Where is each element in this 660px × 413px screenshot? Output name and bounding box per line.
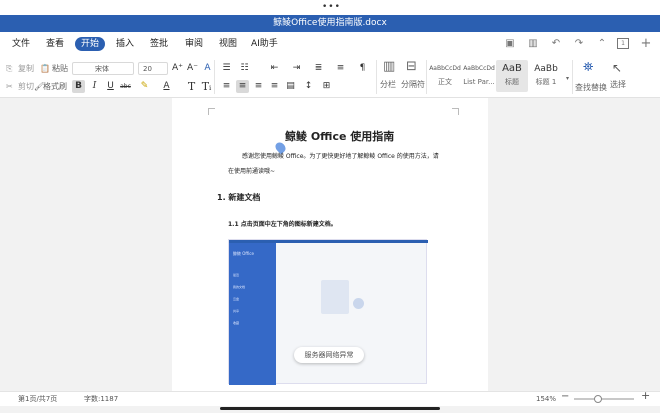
align-left-icon[interactable]: ≡	[220, 80, 233, 93]
menu-view-doc[interactable]: 查看	[46, 38, 64, 50]
style-title[interactable]: AaB 标题	[496, 60, 528, 92]
doc-heading-1[interactable]: 1. 新建文档	[217, 192, 260, 203]
network-error-toast: 服务器网络异常	[294, 347, 364, 363]
paragraph-mark-icon[interactable]: ¶	[356, 62, 369, 75]
style-heading-1[interactable]: AaBb 标题 1	[529, 60, 563, 92]
screenshot-app-name: 鲸鲮 Office	[233, 251, 254, 256]
save-icon[interactable]: ▣	[504, 38, 516, 50]
menu-review[interactable]: 审阅	[185, 38, 203, 50]
empty-folder-icon	[321, 280, 349, 314]
shrink-font-icon[interactable]: A⁻	[186, 62, 199, 75]
page-break-button[interactable]: 分隔符	[401, 80, 425, 90]
column-icon: ▥	[383, 59, 396, 74]
italic-button[interactable]: I	[88, 80, 101, 93]
zoom-slider-handle[interactable]	[594, 395, 602, 403]
font-size-select[interactable]: 20	[138, 62, 168, 75]
margin-mark	[208, 108, 215, 115]
book-icon[interactable]: ▥	[527, 38, 539, 50]
page-break-icon: ⊟	[406, 59, 417, 74]
cut-icon: ✂	[6, 82, 13, 91]
chinese-layout-icon[interactable]: ≡	[334, 62, 347, 75]
style-list-paragraph[interactable]: AaBbCcDd List Par...	[462, 60, 496, 92]
styles-more-icon[interactable]: ▾	[566, 74, 569, 84]
undo-icon[interactable]: ↶	[550, 38, 562, 50]
highlight-icon[interactable]: ✎	[138, 80, 151, 93]
underline-button[interactable]: U	[104, 80, 117, 93]
copy-button[interactable]: 复制	[18, 64, 34, 74]
doc-intro-line2[interactable]: 在使用前通读哦~	[228, 166, 275, 175]
doc-heading-1-1[interactable]: 1.1 点击页面中左下角的图标新建文档。	[228, 219, 337, 228]
bold-button[interactable]: B	[72, 80, 85, 93]
menu-sign[interactable]: 签批	[150, 38, 168, 50]
divider	[376, 60, 377, 94]
numbered-list-icon[interactable]: ☷	[238, 62, 251, 75]
strikethrough-button[interactable]: abc	[119, 80, 132, 93]
font-size-value: 20	[143, 65, 152, 73]
add-icon[interactable]: +	[640, 37, 652, 50]
font-name-value: 宋体	[95, 65, 109, 73]
zoom-out-icon[interactable]: −	[561, 392, 569, 402]
borders-icon[interactable]: ⊞	[320, 80, 333, 93]
column-button[interactable]: 分栏	[380, 80, 396, 90]
format-painter-button[interactable]: 格式刷	[43, 82, 67, 92]
font-color-icon[interactable]: A	[160, 80, 173, 93]
page-count-icon[interactable]: 1	[617, 38, 629, 49]
divider	[214, 60, 215, 94]
device-status-bar: •••	[0, 0, 660, 15]
document-canvas[interactable]: 鲸鲮 Office 使用指南 感谢您使用鲸鲮 Office。为了更快更好地了解鲸…	[0, 98, 660, 391]
copy-icon: ⎘	[6, 64, 13, 73]
distributed-align-icon[interactable]: ▤	[284, 80, 297, 93]
bullet-list-icon[interactable]: ☰	[220, 62, 233, 75]
find-replace-button[interactable]: 查找替换	[575, 83, 607, 93]
home-indicator[interactable]	[220, 407, 440, 410]
embedded-app-screenshot[interactable]: 鲸鲮 Office 最近 我的文档 云盘 共享 收藏 服务器网络异常	[228, 239, 428, 385]
decrease-indent-icon[interactable]: ⇤	[268, 62, 281, 75]
divider	[426, 60, 427, 94]
menu-view[interactable]: 视图	[219, 38, 237, 50]
menu-insert[interactable]: 插入	[116, 38, 134, 50]
menu-ai-assistant[interactable]: AI助手	[251, 38, 278, 50]
menu-file[interactable]: 文件	[12, 38, 30, 50]
screenshot-sidebar: 鲸鲮 Office 最近 我的文档 云盘 共享 收藏	[229, 243, 276, 385]
clear-format-icon[interactable]: A	[201, 62, 214, 75]
zoom-slider[interactable]	[574, 398, 634, 400]
zoom-in-icon[interactable]: +	[641, 390, 650, 401]
align-center-icon[interactable]: ≡	[236, 80, 249, 93]
doc-title[interactable]: 鲸鲮 Office 使用指南	[285, 128, 394, 144]
menu-bar: 文件 查看 开始 插入 签批 审阅 视图 AI助手 ▣ ▥ ↶ ↷ ⌃ 1 +	[0, 32, 660, 56]
style-normal[interactable]: AaBbCcDd 正文	[428, 60, 462, 92]
text-subscript-icon[interactable]: Tᵢ	[200, 80, 213, 93]
status-bar: 第1页/共7页 字数:1187 154% − +	[0, 390, 660, 406]
grow-font-icon[interactable]: A⁺	[171, 62, 184, 75]
select-button[interactable]: 选择	[610, 80, 626, 90]
more-dots-icon[interactable]: •••	[322, 3, 341, 12]
outline-icon[interactable]: ≣	[312, 62, 325, 75]
document-page[interactable]: 鲸鲮 Office 使用指南 感谢您使用鲸鲮 Office。为了更快更好地了解鲸…	[172, 98, 488, 391]
menu-home[interactable]: 开始	[75, 37, 106, 51]
margin-mark	[452, 108, 459, 115]
redo-icon[interactable]: ↷	[573, 38, 585, 50]
font-name-select[interactable]: 宋体	[72, 62, 134, 75]
empty-state-badge-icon	[353, 298, 364, 309]
ribbon-toolbar: ⎘ 复制 📋 粘贴 ✂ 剪切 🖌 格式刷 宋体 20 A⁺ A⁻ A B I U…	[0, 56, 660, 98]
window-title-bar: 鲸鲮Office使用指南版.docx	[0, 15, 660, 32]
divider	[572, 60, 573, 94]
word-count: 字数:1187	[84, 395, 119, 403]
binoculars-icon: ⛯	[583, 60, 594, 75]
page-indicator: 第1页/共7页	[18, 395, 58, 403]
document-title: 鲸鲮Office使用指南版.docx	[273, 18, 387, 28]
text-effect-icon[interactable]: T	[185, 80, 198, 93]
cursor-select-icon: ↖	[612, 61, 623, 75]
zoom-level: 154%	[536, 395, 557, 403]
align-justify-icon[interactable]: ≡	[268, 80, 281, 93]
increase-indent-icon[interactable]: ⇥	[290, 62, 303, 75]
align-right-icon[interactable]: ≡	[252, 80, 265, 93]
doc-intro-line1[interactable]: 感谢您使用鲸鲮 Office。为了更快更好地了解鲸鲮 Office 的使用方法，…	[242, 151, 439, 160]
line-spacing-icon[interactable]: ↕	[302, 80, 315, 93]
cut-button[interactable]: 剪切	[18, 82, 34, 92]
collapse-ribbon-icon[interactable]: ⌃	[596, 38, 608, 50]
paste-icon: 📋	[40, 64, 50, 73]
paste-button[interactable]: 粘贴	[52, 64, 68, 74]
